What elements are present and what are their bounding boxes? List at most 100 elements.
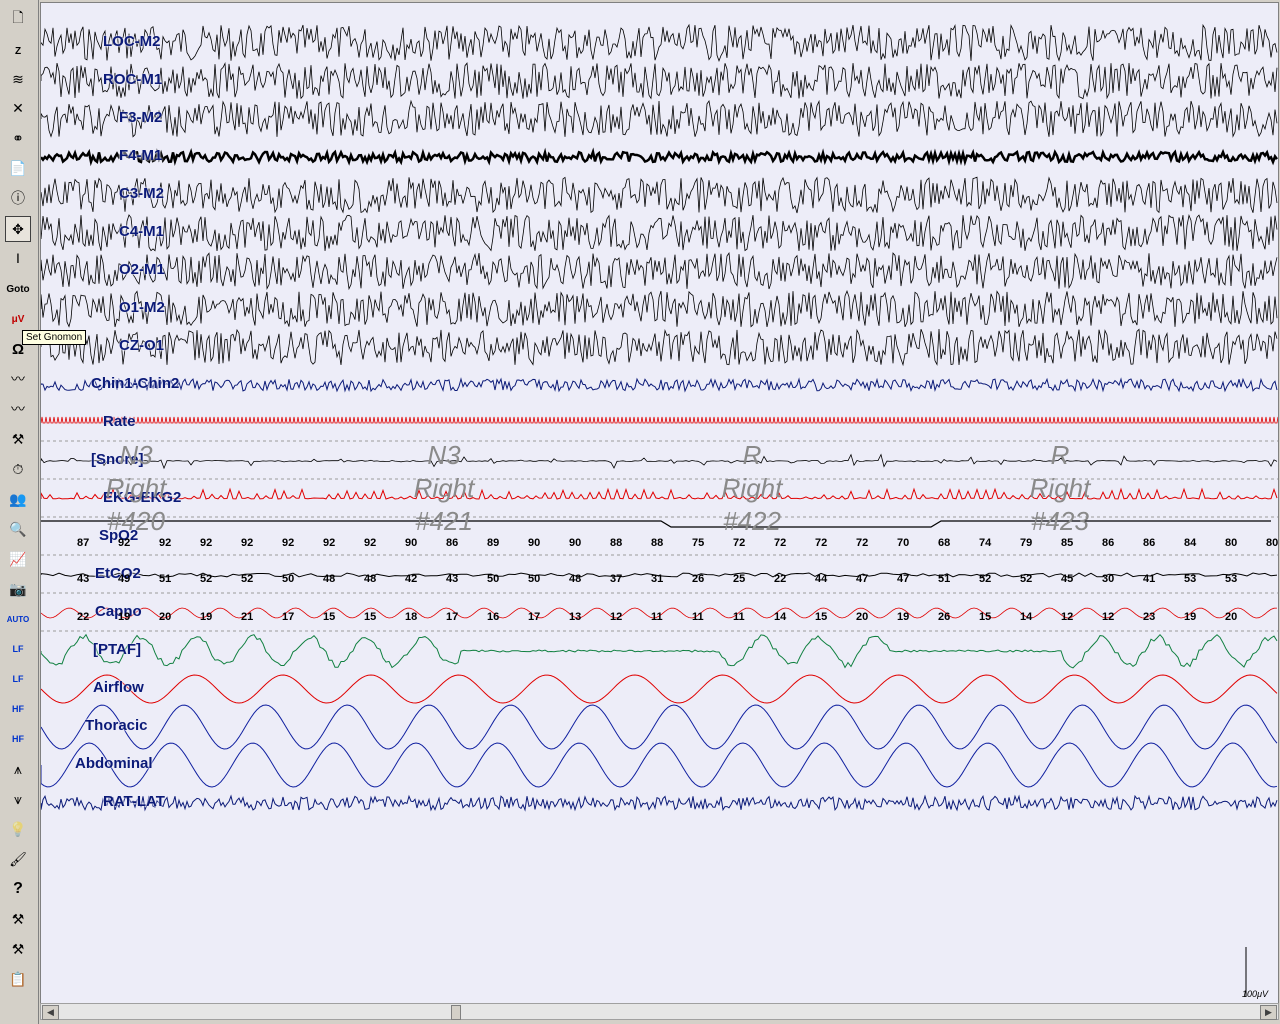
brush-icon[interactable]: 🖌 [5,846,31,872]
tools-alt-icon[interactable]: ⚒ [5,936,31,962]
etco2-value: 47 [856,573,869,585]
spo2-value: 72 [815,537,828,549]
report-icon[interactable]: 📋 [5,966,31,992]
zoom-z-icon[interactable]: Z [5,38,31,64]
capno-value: 19 [200,611,213,623]
wave-up-icon[interactable]: 〰 [5,366,31,392]
etco2-value: 52 [979,573,992,585]
scroll-thumb[interactable] [451,1005,461,1020]
wave-pattern-icon[interactable]: ≋ [5,66,31,92]
channel-label[interactable]: C3-M2 [119,185,164,202]
channel-label[interactable]: LOC-M2 [103,33,161,50]
channel-label[interactable]: O2-M1 [119,261,165,278]
capno-value: 14 [774,611,787,623]
etco2-value: 52 [241,573,254,585]
eeg-trace [41,176,1278,214]
channel-label[interactable]: C4-M1 [119,223,164,240]
horizontal-scrollbar[interactable]: ◀ ▶ [40,1003,1279,1020]
epoch-annotation: N3 Right #421 [389,439,499,538]
magnifier-icon[interactable]: 🔍 [5,516,31,542]
etco2-value: 50 [282,573,295,585]
notes-icon[interactable]: 📄 [5,155,31,181]
epoch-annotation: N3 Right #420 [81,439,191,538]
spo2-value: 89 [487,537,500,549]
users-icon[interactable]: 👥 [5,486,31,512]
capno-value: 26 [938,611,951,623]
tools-icon[interactable]: ⚒ [5,426,31,452]
hf-increase-button[interactable]: HF [5,696,31,722]
capno-value: 14 [1020,611,1033,623]
goto-button[interactable]: Goto [5,276,31,302]
channel-label[interactable]: CZ-O1 [119,337,164,354]
epoch-stage: R [742,440,762,470]
channel-label[interactable]: RAT-LAT [103,793,165,810]
eeg-trace [41,23,1278,62]
tool-palette: 🗋 Z ≋ ✕ ⚭ 📄 ⓘ ✥ I Goto μV Ω 〰 〰 ⚒ ⏱ 👥 🔍 … [0,0,39,1024]
signal-view[interactable]: LOC-M2 ROC-M1 F3-M2 F4-M1 C3-M2 C4-M1 O2-M1 O1-… [40,2,1279,1004]
move-cursor-icon[interactable]: ✥ [5,216,31,242]
lf-decrease-button[interactable]: LF [5,666,31,692]
scroll-left-button[interactable]: ◀ [42,1005,59,1020]
airflow-trace [41,674,1278,704]
lf-increase-button[interactable]: LF [5,636,31,662]
hf-decrease-button[interactable]: HF [5,726,31,752]
help-icon[interactable]: ? [5,876,31,902]
epoch-number: #423 [1031,506,1089,536]
amplitude-down-icon[interactable]: ⩛ [5,786,31,812]
spo2-value: 85 [1061,537,1074,549]
capno-value: 23 [1143,611,1156,623]
channel-label[interactable]: O1-M2 [119,299,165,316]
channel-label[interactable]: Airflow [93,679,144,696]
etco2-value: 51 [938,573,951,585]
capno-value: 13 [569,611,582,623]
capno-value: 21 [241,611,254,623]
capno-value: 17 [282,611,295,623]
etco2-value: 25 [733,573,746,585]
montage-icon[interactable]: 🗋 [5,6,31,32]
etco2-value: 48 [569,573,582,585]
channel-label[interactable]: F3-M2 [119,109,162,126]
etco2-value: 44 [815,573,828,585]
capno-value: 19 [897,611,910,623]
ptaf-trace [41,633,1278,669]
etco2-value: 43 [446,573,459,585]
spo2-value: 86 [1143,537,1156,549]
etco2-value: 48 [323,573,336,585]
camera-icon[interactable]: 📷 [5,576,31,602]
channel-label[interactable]: Abdominal [75,755,153,772]
spo2-value: 87 [77,537,90,549]
channel-label[interactable]: Rate [103,413,136,430]
channel-label[interactable]: Thoracic [85,717,148,734]
channel-label[interactable]: Chin1-Chin2 [91,375,179,392]
chart-icon[interactable]: 📈 [5,546,31,572]
capno-value: 12 [1102,611,1115,623]
channel-label[interactable]: ROC-M1 [103,71,162,88]
thoracic-trace [41,704,1278,750]
etco2-value: 30 [1102,573,1115,585]
etco2-value: 52 [200,573,213,585]
abdominal-trace [41,742,1278,788]
channel-label[interactable]: [PTAF] [93,641,141,658]
spo2-value: 90 [405,537,418,549]
binoculars-icon[interactable]: ⚭ [5,125,31,151]
spo2-value: 70 [897,537,910,549]
scroll-right-button[interactable]: ▶ [1260,1005,1277,1020]
info-icon[interactable]: ⓘ [5,185,31,211]
capno-value: 12 [610,611,623,623]
wave-down-icon[interactable]: 〰 [5,396,31,422]
set-gnomon-button[interactable]: μV [5,306,31,332]
eeg-trace [41,99,1278,138]
lightbulb-icon[interactable]: 💡 [5,816,31,842]
spo2-value: 80 [1225,537,1238,549]
clock-icon[interactable]: ⏱ [5,456,31,482]
etco2-value: 52 [1020,573,1033,585]
spo2-value: 92 [118,537,131,549]
close-x-icon[interactable]: ✕ [5,95,31,121]
epoch-stage: R [1050,440,1070,470]
settings-wrench-icon[interactable]: ⚒ [5,906,31,932]
cursor-line-icon[interactable]: I [5,245,31,271]
auto-play-button[interactable]: AUTO [5,606,31,632]
capno-value: 22 [77,611,90,623]
amplitude-up-icon[interactable]: ⩚ [5,756,31,782]
channel-label[interactable]: F4-M1 [119,147,162,164]
